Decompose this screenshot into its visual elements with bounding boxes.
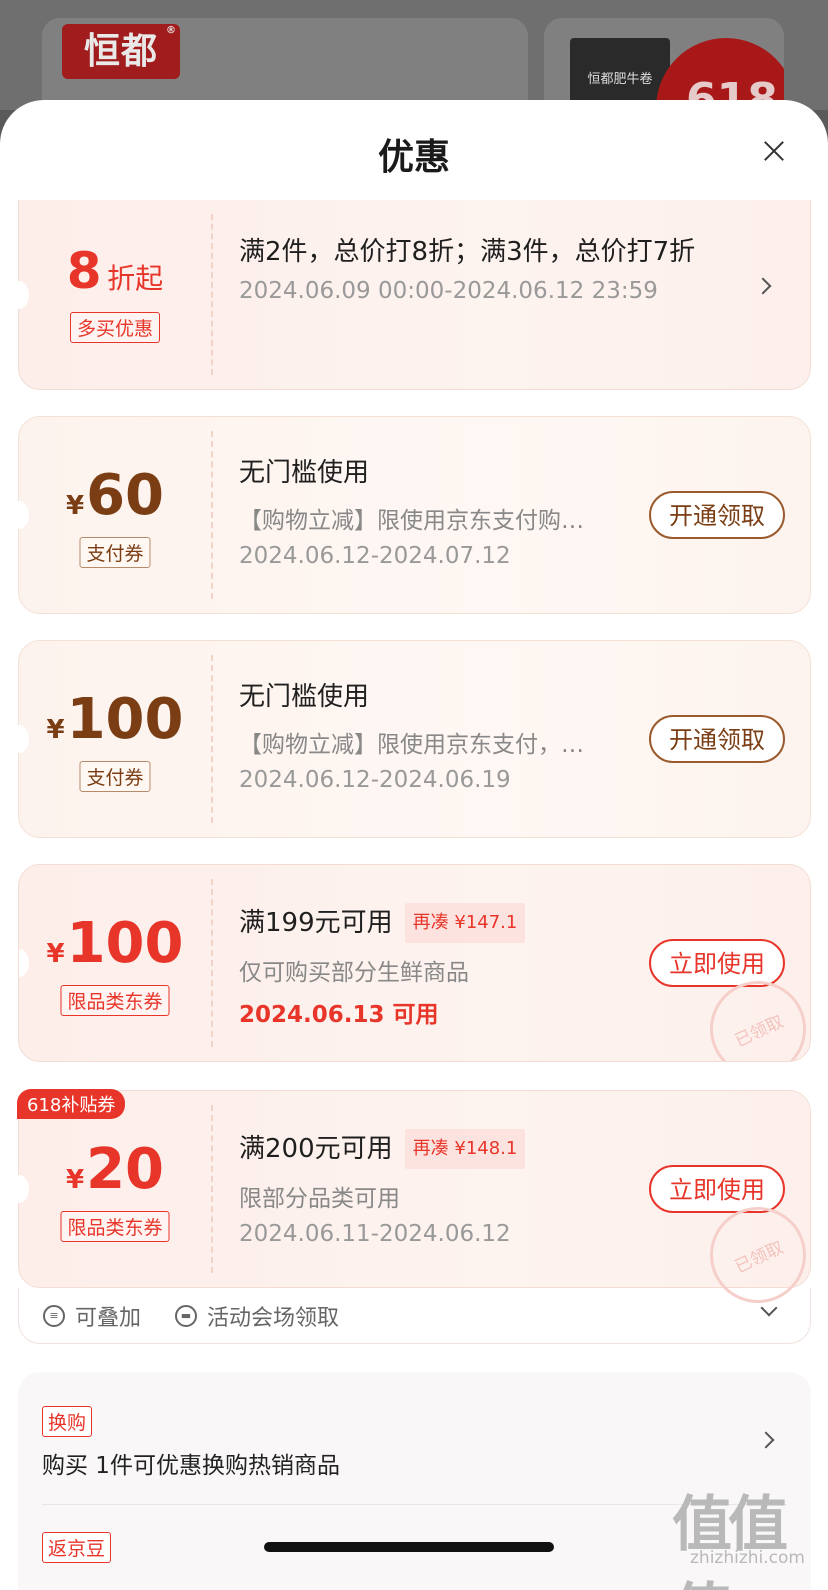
coupon-title: 满199元可用 再凑 ¥147.1 [239,903,526,943]
coupon-card-pay-100: ¥100 支付券 无门槛使用 【购物立减】限使用京东支付，… 2024.06.1… [9,640,811,838]
watermark-url: zhizhizhi.com [690,1548,805,1568]
store-banner: 恒都 ® [42,18,528,110]
promo-tag-beans: 返京豆 [42,1532,112,1563]
coupon-footer[interactable]: ≡ 可叠加 ▬ 活动会场领取 [18,1288,811,1344]
activate-claim-button[interactable]: 开通领取 [649,715,785,763]
coupon-divider [211,431,213,599]
coupon-amount: ¥100 [19,687,211,752]
coupon-info: 无门槛使用 【购物立减】限使用京东支付购… 2024.06.12-2024.07… [239,455,584,569]
coupon-card-discount[interactable]: 8 折起 多买优惠 满2件，总价打8折；满3件，总价打7折 2024.06.09… [9,200,811,390]
coupon-info: 无门槛使用 【购物立减】限使用京东支付，… 2024.06.12-2024.06… [239,679,584,793]
stackable-label: 可叠加 [75,1306,142,1331]
stack-icon: ≡ [43,1305,65,1327]
chevron-down-icon[interactable] [760,1299,778,1317]
product-card: 恒都肥牛卷 618 [544,18,784,110]
coupon-title-text: 满200元可用 [239,1134,393,1164]
coupon-dates: 2024.06.12-2024.07.12 [239,543,511,569]
coupon-card-pay-60: ¥60 支付券 无门槛使用 【购物立减】限使用京东支付购… 2024.06.12… [9,416,811,614]
coupon-info: 满2件，总价打8折；满3件，总价打7折 2024.06.09 00:00-202… [239,234,759,304]
remaining-amount-pill: 再凑 ¥148.1 [404,1129,526,1169]
coupon-type-tag: 限品类东券 [60,1211,170,1242]
promo-tag: 换购 [42,1406,93,1437]
venue-label: 活动会场领取 [207,1306,340,1331]
coupon-divider [211,879,213,1047]
coupon-card-category-100: ¥100 限品类东券 满199元可用 再凑 ¥147.1 仅可购买部分生鲜商品 2… [18,864,811,1062]
activate-claim-button[interactable]: 开通领取 [649,491,785,539]
currency-symbol: ¥ [65,1165,85,1195]
coupon-value: 60 [86,463,165,528]
subsidy-corner-tag: 618补贴券 [17,1089,126,1119]
discount-value: 8 [66,242,102,300]
coupon-info: 满200元可用 再凑 ¥148.1 限部分品类可用 2024.06.11-2024… [239,1129,526,1247]
coupon-desc: 仅可购买部分生鲜商品 [239,960,469,986]
home-indicator[interactable] [264,1542,554,1552]
remaining-amount-pill: 再凑 ¥147.1 [404,903,526,943]
coupon-divider [211,655,213,823]
coupon-type-tag: 支付券 [79,761,151,792]
brand-logo-text: 恒都 [83,31,158,72]
close-icon[interactable] [760,138,788,166]
venue-info: ▬ 活动会场领取 [175,1300,339,1332]
coupon-dates: 2024.06.09 00:00-2024.06.12 23:59 [239,278,658,304]
chevron-right-icon[interactable] [757,1431,775,1449]
coupon-title: 无门槛使用 [239,458,370,488]
discount-unit: 折起 [107,262,164,295]
use-now-button[interactable]: 立即使用 [649,939,785,987]
coupon-type-tag: 多买优惠 [69,312,161,343]
coupon-amount: 8 折起 [19,242,211,300]
coupon-title-text: 满199元可用 [239,908,393,938]
use-now-button[interactable]: 立即使用 [649,1165,785,1213]
coupon-dates: 2024.06.12-2024.06.19 [239,767,511,793]
currency-symbol: ¥ [46,939,65,969]
coupon-title: 满2件，总价打8折；满3件，总价打7折 [239,237,696,267]
coupon-amount: ¥20 [19,1137,211,1202]
currency-symbol: ¥ [65,491,85,521]
promo-text[interactable]: 购买 1件可优惠换购热销商品 [42,1446,340,1480]
watermark-logo: 值值值 [672,1490,788,1590]
coupon-type-tag: 支付券 [79,537,151,568]
coupon-value: 20 [86,1137,165,1202]
coupon-info: 满199元可用 再凑 ¥147.1 仅可购买部分生鲜商品 2024.06.13 可… [239,903,526,1029]
coupon-sheet: 优惠 8 折起 多买优惠 满2件，总价打8折；满3件，总价打7折 2024.06… [0,100,828,1590]
ticket-icon: ▬ [175,1305,197,1327]
background-page: 恒都 ® 恒都肥牛卷 618 [0,0,828,110]
coupon-title: 满200元可用 再凑 ¥148.1 [239,1129,526,1169]
coupon-value: 100 [66,687,184,752]
currency-symbol: ¥ [46,715,65,745]
coupon-type-tag: 限品类东券 [60,985,170,1016]
coupon-title: 无门槛使用 [239,682,370,712]
coupon-desc: 【购物立减】限使用京东支付，… [239,732,584,758]
coupon-divider [211,214,213,375]
coupon-divider [211,1105,213,1273]
coupon-value: 100 [66,911,184,976]
coupon-dates: 2024.06.11-2024.06.12 [239,1221,511,1247]
stackable-info: ≡ 可叠加 [43,1300,141,1332]
sheet-title: 优惠 [377,137,450,178]
coupon-card-category-20: 618补贴券 ¥20 限品类东券 满200元可用 再凑 ¥148.1 限部分品类可… [9,1089,822,1319]
coupon-desc: 【购物立减】限使用京东支付购… [239,508,584,534]
coupon-dates: 2024.06.13 可用 [239,1002,439,1028]
product-label: 恒都肥牛卷 [587,72,653,87]
registered-mark: ® [166,25,177,36]
brand-logo: 恒都 ® [62,24,180,79]
coupon-amount: ¥60 [19,463,211,528]
coupon-desc: 限部分品类可用 [239,1186,400,1212]
coupon-amount: ¥100 [19,911,211,976]
